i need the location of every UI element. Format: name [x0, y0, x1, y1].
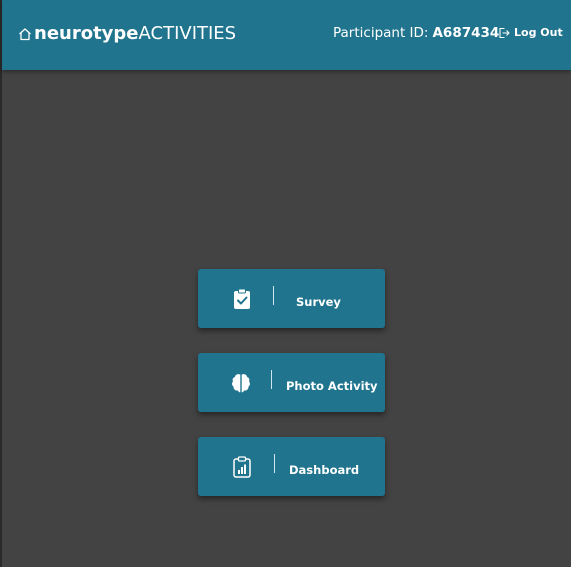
clipboard-check-icon [234, 288, 250, 309]
logout-button[interactable]: Log Out [498, 25, 563, 41]
survey-label: Survey [296, 295, 341, 309]
logout-label: Log Out [514, 26, 563, 39]
top-header: neurotype ACTIVITIES Participant ID: A6874… [2, 0, 571, 70]
survey-button[interactable]: Survey [198, 269, 385, 328]
app-window: neurotype ACTIVITIES Participant ID: A6874… [0, 0, 571, 567]
brain-icon [232, 374, 250, 393]
photo-activity-label: Photo Activity [286, 379, 378, 393]
photo-activity-button[interactable]: Photo Activity [198, 353, 385, 412]
dashboard-button[interactable]: Dashboard [198, 437, 385, 496]
brand-section: ACTIVITIES [138, 23, 237, 44]
home-icon [19, 28, 31, 41]
participant-info: Participant ID: A687434 [333, 24, 499, 42]
brand-home-link[interactable]: neurotype ACTIVITIES [18, 22, 236, 46]
divider [274, 454, 275, 473]
dashboard-label: Dashboard [289, 463, 360, 477]
clipboard-chart-icon [233, 456, 251, 478]
divider [271, 370, 272, 389]
logout-icon [499, 27, 510, 39]
divider [273, 286, 274, 305]
participant-id: A687434 [432, 25, 500, 41]
brand-name: neurotype [34, 23, 139, 44]
participant-label: Participant ID: [333, 25, 429, 41]
